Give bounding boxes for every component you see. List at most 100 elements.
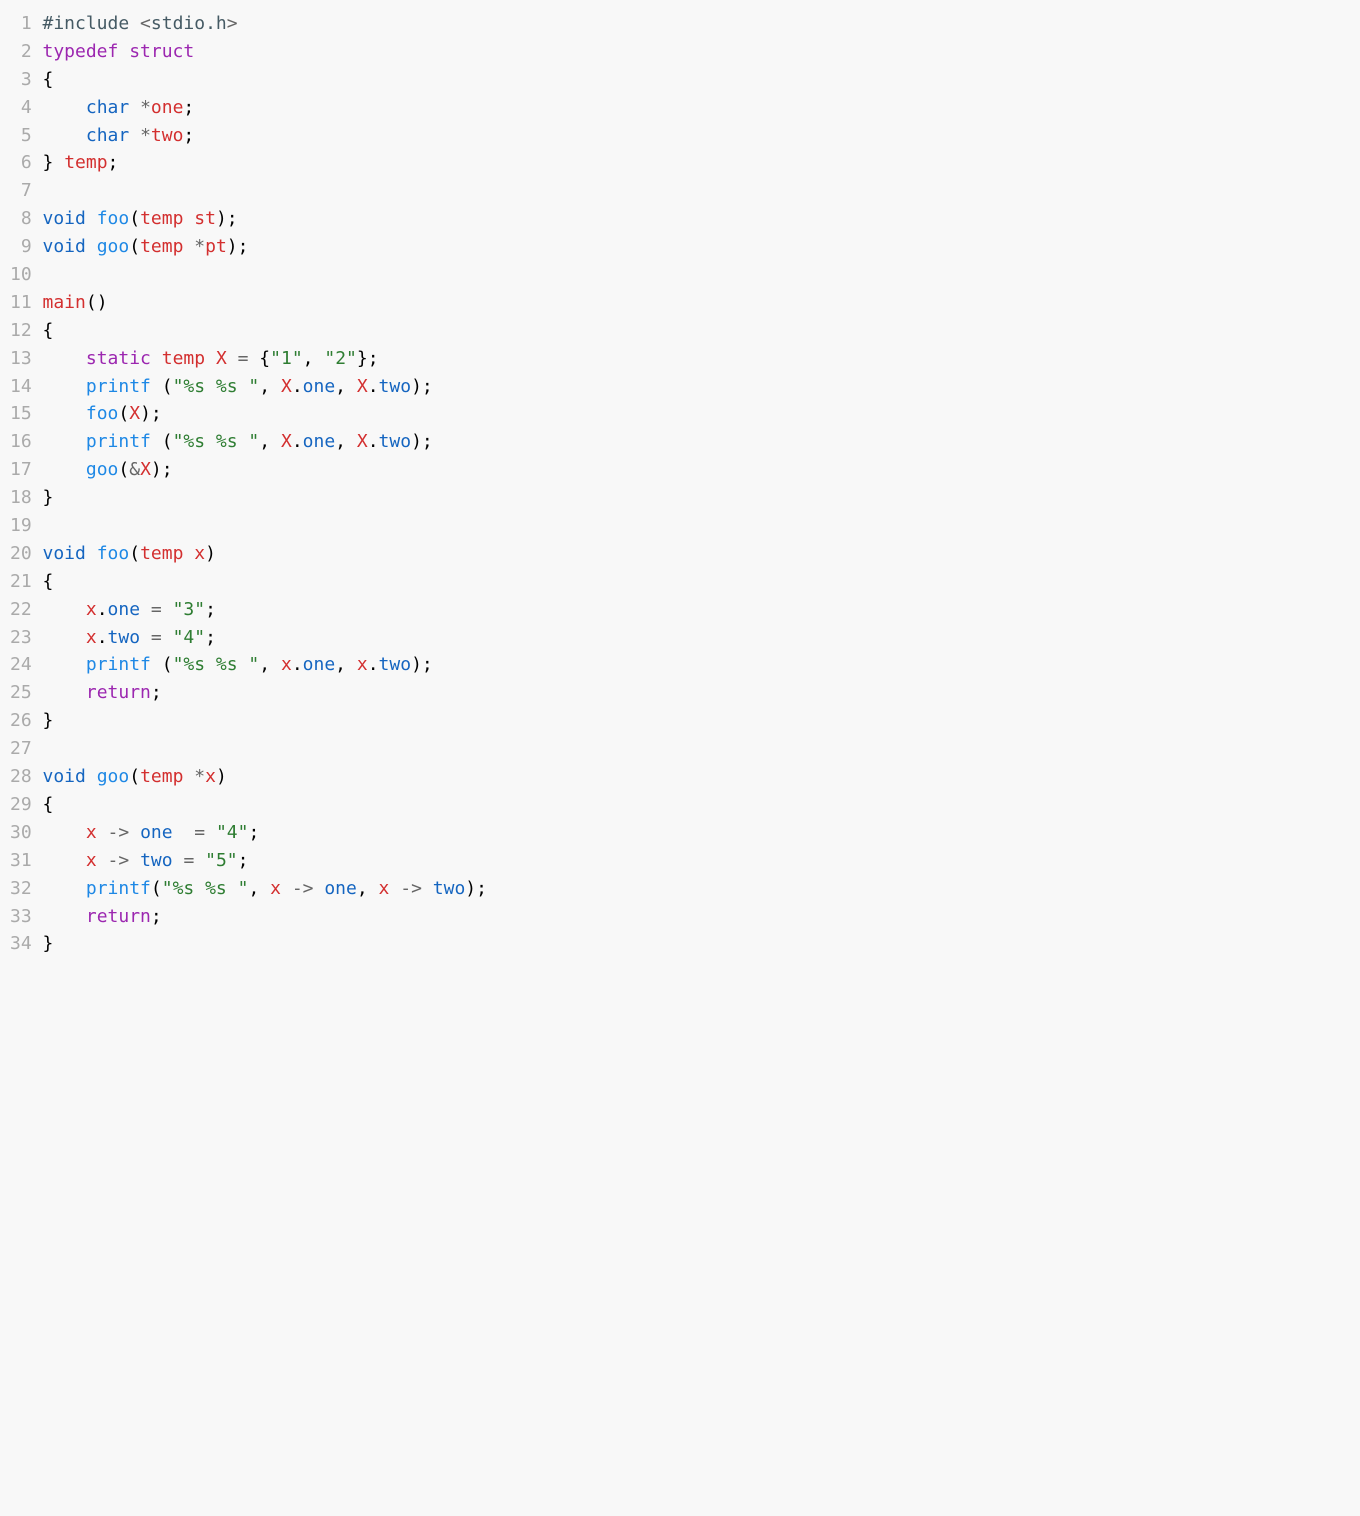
token-kw: return	[86, 682, 151, 703]
code-content: #include <stdio.h>	[43, 10, 238, 38]
token-plain: (	[151, 376, 173, 397]
line-number: 17	[10, 456, 32, 484]
token-mem: one	[108, 599, 141, 620]
token-var: X	[357, 431, 368, 452]
token-plain: );	[140, 403, 162, 424]
token-plain: ;	[108, 152, 119, 173]
token-plain	[43, 348, 86, 369]
code-content: foo(X);	[43, 400, 162, 428]
line-number: 5	[10, 122, 32, 150]
token-plain	[43, 850, 86, 871]
token-plain	[389, 878, 400, 899]
code-line: 30 x -> one = "4";	[10, 819, 1350, 847]
token-plain	[422, 878, 433, 899]
code-content: x -> two = "5";	[43, 847, 249, 875]
line-number: 25	[10, 679, 32, 707]
line-number: 10	[10, 261, 32, 289]
token-fn: printf	[86, 431, 151, 452]
line-number: 12	[10, 317, 32, 345]
token-plain: };	[357, 348, 379, 369]
line-number: 21	[10, 568, 32, 596]
token-fn: goo	[97, 236, 130, 257]
line-number: 20	[10, 540, 32, 568]
token-plain: .	[292, 431, 303, 452]
token-plain: .	[368, 376, 379, 397]
token-fn: goo	[97, 766, 130, 787]
token-plain	[43, 878, 86, 899]
line-number: 19	[10, 512, 32, 540]
token-plain	[129, 822, 140, 843]
code-line: 34}	[10, 930, 1350, 958]
token-kw: return	[86, 906, 151, 927]
code-line: 32 printf("%s %s ", x -> one, x -> two);	[10, 875, 1350, 903]
token-plain	[173, 850, 184, 871]
token-mem: one	[303, 654, 336, 675]
code-line: 31 x -> two = "5";	[10, 847, 1350, 875]
token-op: *	[194, 766, 205, 787]
token-plain: ,	[335, 376, 357, 397]
code-line: 29{	[10, 791, 1350, 819]
token-type: char	[86, 125, 129, 146]
token-op: ->	[108, 822, 130, 843]
token-fn: foo	[86, 403, 119, 424]
code-line: 4 char *one;	[10, 94, 1350, 122]
token-plain: ,	[259, 431, 281, 452]
token-plain: .	[292, 376, 303, 397]
line-number: 9	[10, 233, 32, 261]
token-var: x	[379, 878, 390, 899]
token-plain	[183, 236, 194, 257]
code-content: {	[43, 66, 54, 94]
code-content: }	[43, 707, 54, 735]
token-plain: ;	[151, 682, 162, 703]
token-mem: one	[303, 376, 336, 397]
token-var: x	[281, 654, 292, 675]
token-mem: one	[324, 878, 357, 899]
token-plain	[43, 682, 86, 703]
token-plain: {	[43, 794, 54, 815]
token-fn: printf	[86, 878, 151, 899]
token-var: x	[86, 599, 97, 620]
token-plain: (	[151, 654, 173, 675]
token-plain: ;	[183, 97, 194, 118]
token-pre: #include	[43, 13, 130, 34]
token-plain	[140, 627, 151, 648]
token-op: =	[194, 822, 205, 843]
line-number: 31	[10, 847, 32, 875]
token-mem: two	[379, 431, 412, 452]
code-content: x.two = "4";	[43, 624, 216, 652]
token-plain: );	[465, 878, 487, 899]
token-plain: (	[129, 543, 140, 564]
token-kw: typedef	[43, 41, 119, 62]
code-content: x.one = "3";	[43, 596, 216, 624]
token-fn: foo	[97, 543, 130, 564]
token-plain: }	[43, 710, 54, 731]
code-content: printf("%s %s ", x -> one, x -> two);	[43, 875, 487, 903]
token-plain: ;	[151, 906, 162, 927]
code-content: }	[43, 930, 54, 958]
token-plain: .	[368, 431, 379, 452]
line-number: 18	[10, 484, 32, 512]
token-var: st	[194, 208, 216, 229]
token-plain	[183, 208, 194, 229]
token-var: x	[205, 766, 216, 787]
line-number: 13	[10, 345, 32, 373]
line-number: 4	[10, 94, 32, 122]
token-plain	[173, 822, 195, 843]
token-var: x	[86, 627, 97, 648]
token-var: two	[151, 125, 184, 146]
token-plain	[43, 376, 86, 397]
code-content: char *two;	[43, 122, 195, 150]
token-plain: .	[368, 654, 379, 675]
token-var: x	[194, 543, 205, 564]
token-var: X	[281, 376, 292, 397]
code-content: static temp X = {"1", "2"};	[43, 345, 379, 373]
token-plain: ,	[248, 878, 270, 899]
token-kw: struct	[129, 41, 194, 62]
token-plain: ;	[248, 822, 259, 843]
token-tname: temp	[162, 348, 205, 369]
code-content: typedef struct	[43, 38, 195, 66]
token-mem: two	[108, 627, 141, 648]
token-str: "3"	[173, 599, 206, 620]
token-var: X	[129, 403, 140, 424]
code-content: void foo(temp x)	[43, 540, 216, 568]
